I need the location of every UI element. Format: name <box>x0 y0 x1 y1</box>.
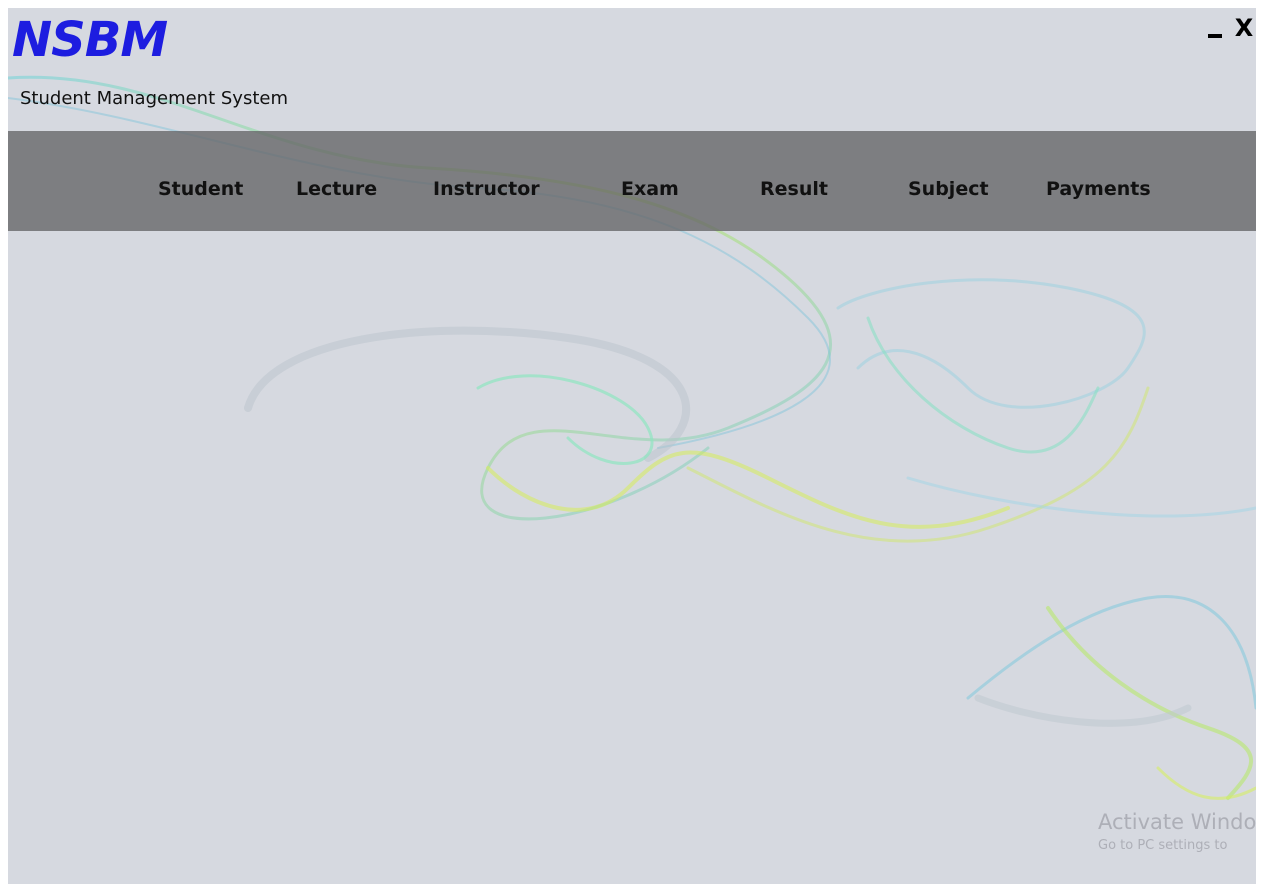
main-window: NSBM Student Management System X Student… <box>8 8 1256 884</box>
activation-watermark: Activate Windo Go to PC settings to <box>1098 810 1256 853</box>
nav-item-exam[interactable]: Exam <box>621 178 679 200</box>
watermark-subtitle: Go to PC settings to <box>1098 838 1228 853</box>
minimize-button[interactable] <box>1202 8 1232 48</box>
main-navigation-bar: Student Lecture Instructor Exam Result S… <box>8 131 1256 231</box>
nav-item-student[interactable]: Student <box>158 178 243 200</box>
nav-item-subject[interactable]: Subject <box>908 178 989 200</box>
window-controls: X <box>1202 8 1256 48</box>
app-subtitle: Student Management System <box>20 88 288 109</box>
app-logo: NSBM <box>12 12 168 68</box>
close-button[interactable]: X <box>1232 8 1256 48</box>
nav-item-lecture[interactable]: Lecture <box>296 178 377 200</box>
watermark-title: Activate Windo <box>1098 810 1256 834</box>
nav-item-payments[interactable]: Payments <box>1046 178 1151 200</box>
minimize-icon <box>1208 34 1222 38</box>
nav-item-instructor[interactable]: Instructor <box>433 178 540 200</box>
nav-item-result[interactable]: Result <box>760 178 828 200</box>
